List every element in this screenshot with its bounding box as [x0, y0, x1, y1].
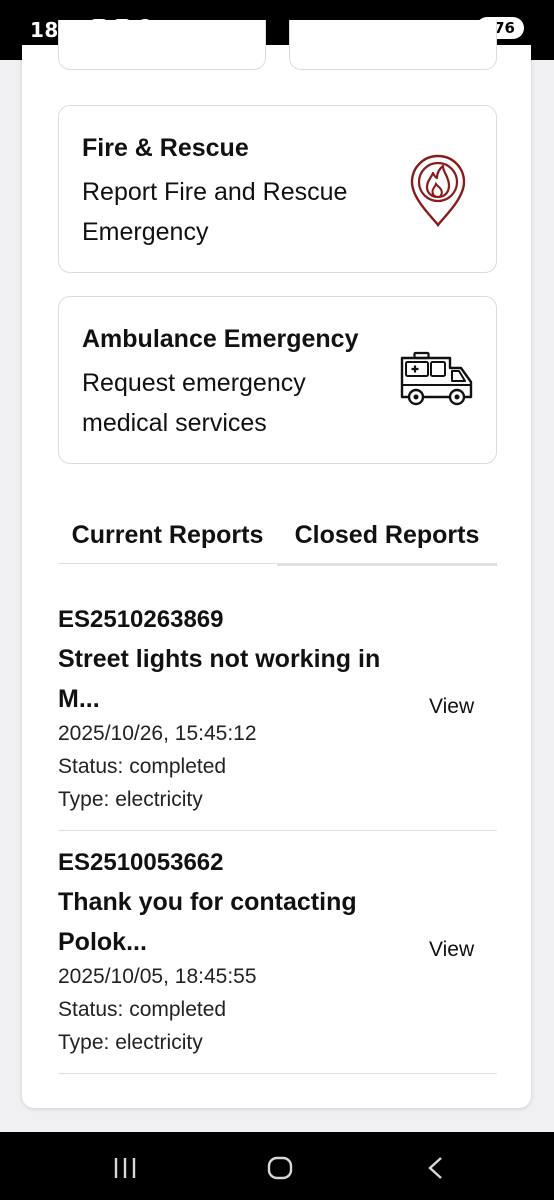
report-date: 2025/10/26, 15:45:12: [58, 722, 257, 745]
tab-label: Closed Reports: [294, 520, 480, 549]
system-navigation-bar: [0, 1132, 554, 1200]
report-status: Status: completed: [58, 998, 227, 1021]
tab-active-indicator: [277, 563, 497, 566]
report-divider: [58, 1073, 497, 1074]
report-list-item[interactable]: ES2510053662 Thank you for contacting Po…: [58, 843, 497, 1073]
report-list-item[interactable]: ES2510263869 Street lights not working i…: [58, 600, 497, 830]
service-tile-partial-right[interactable]: [289, 20, 497, 70]
view-button[interactable]: View: [429, 938, 474, 962]
fire-rescue-tile[interactable]: Fire & Rescue Report Fire and Rescue Eme…: [58, 105, 497, 273]
report-status: Status: completed: [58, 755, 227, 778]
view-button[interactable]: View: [429, 695, 474, 719]
tab-label: Current Reports: [71, 520, 264, 549]
ambulance-icon: [400, 351, 473, 406]
service-description: Request emergency medical services: [82, 369, 306, 437]
home-icon[interactable]: [267, 1155, 293, 1181]
report-tabs: Current Reports Closed Reports: [58, 506, 497, 566]
service-description: Report Fire and Rescue Emergency: [82, 178, 348, 246]
service-title: Fire & Rescue: [82, 134, 249, 162]
back-icon[interactable]: [427, 1156, 443, 1180]
report-date: 2025/10/05, 18:45:55: [58, 965, 257, 988]
tab-current-reports[interactable]: Current Reports: [58, 506, 277, 564]
report-divider: [58, 830, 497, 831]
report-id: ES2510053662: [58, 849, 224, 876]
fire-location-icon: [410, 154, 466, 228]
tab-closed-reports[interactable]: Closed Reports: [277, 506, 497, 566]
report-title: Thank you for contacting Polok...: [58, 888, 357, 956]
report-type: Type: electricity: [58, 788, 203, 811]
report-title: Street lights not working in M...: [58, 645, 381, 713]
recent-apps-icon[interactable]: [113, 1157, 137, 1179]
service-tile-partial-left[interactable]: [58, 20, 266, 70]
service-title: Ambulance Emergency: [82, 325, 359, 353]
report-id: ES2510263869: [58, 606, 224, 633]
ambulance-tile[interactable]: Ambulance Emergency Request emergency me…: [58, 296, 497, 464]
report-type: Type: electricity: [58, 1031, 203, 1054]
